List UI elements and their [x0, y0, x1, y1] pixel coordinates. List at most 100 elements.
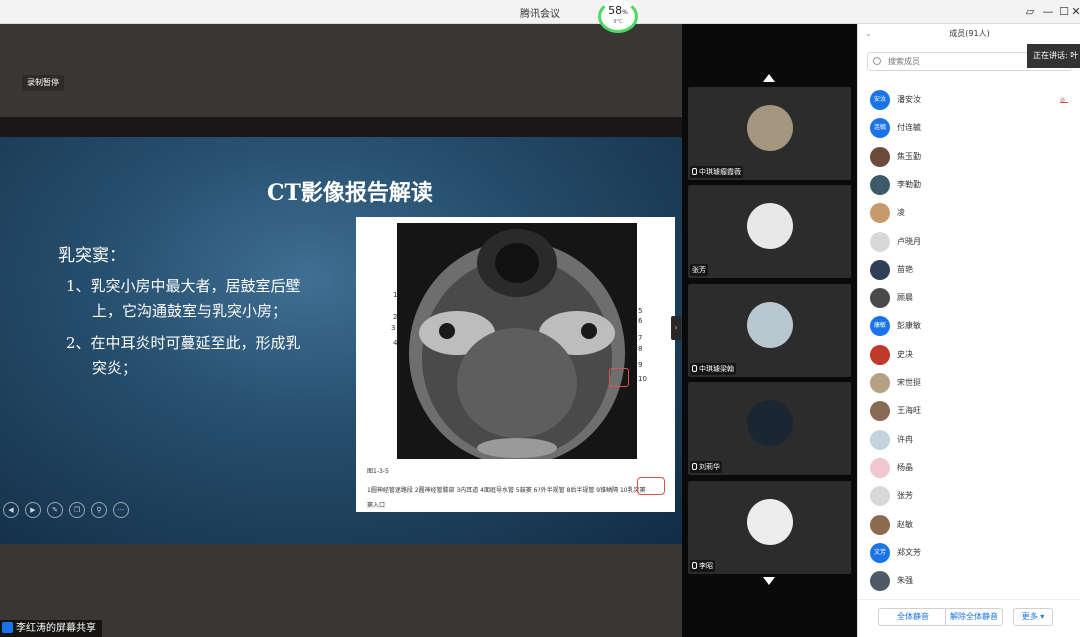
member-name: 苗艳: [897, 264, 913, 274]
video-tile[interactable]: 中琪璩瘤霞薇: [688, 87, 851, 180]
prev-icon[interactable]: ◀: [3, 502, 19, 518]
avatar: [747, 203, 793, 249]
ct-label: 9: [638, 361, 643, 369]
temperature: 9°C: [613, 19, 623, 25]
ct-label: 7: [638, 334, 643, 342]
avatar: [870, 514, 890, 535]
slide-point: 2、在中耳炎时可蔓延至此，形成乳: [66, 334, 301, 352]
caption-highlight: [637, 477, 665, 495]
panel-header: 成员(91人): [949, 29, 990, 38]
member-name: 卢晓月: [897, 236, 921, 246]
tile-name: 张芳: [690, 264, 708, 276]
avatar: [747, 105, 793, 151]
member-name: 李勒勤: [897, 179, 921, 189]
pin-icon[interactable]: ▱: [1022, 4, 1038, 20]
tile-name: 李昭: [690, 560, 715, 572]
video-tile[interactable]: 李昭: [688, 481, 851, 574]
member-panel: ⌄ 成员(91人) 安汝潘安汝连毓付连毓焦玉勤李勒勤凌卢晓月苗艳顾晨康敏彭康敏史…: [857, 24, 1080, 637]
ct-label: 4: [393, 339, 398, 347]
avatar: 连毓: [870, 118, 890, 139]
video-column: 中琪璩瘤霞薇 张芳 中琪璩梁翰 刘莉华 李昭: [682, 24, 857, 637]
tile-name: 中琪璩梁翰: [690, 363, 736, 375]
zoom-icon[interactable]: ⚲: [91, 502, 107, 518]
member-name: 张芳: [897, 491, 913, 501]
ct-label: 10: [638, 375, 647, 383]
share-owner: 李红涛的屏幕共享: [16, 623, 96, 634]
recording-status[interactable]: 录制暂停: [22, 75, 64, 91]
mic-icon: [692, 463, 697, 470]
video-tile[interactable]: 刘莉华: [688, 382, 851, 475]
tile-name-text: 李昭: [699, 562, 713, 570]
member-name: 付连毓: [897, 123, 921, 133]
member-name: 宋世挺: [897, 378, 921, 387]
avatar: [747, 499, 793, 545]
avatar: [870, 259, 890, 280]
ct-scan-image: [397, 223, 637, 459]
avatar: [870, 174, 890, 195]
avatar: 文芳: [870, 542, 890, 563]
mute-all-button[interactable]: 全体静音: [878, 608, 948, 626]
avatar: [870, 486, 890, 507]
member-name: 杨晶: [897, 462, 913, 472]
slide-point: 突炎；: [92, 359, 138, 377]
member-name: 王海旺: [897, 406, 921, 416]
figure-caption: 1圆神经管迷路段 2圆神经管膝部 3内耳道 4面庭导水管 5鼓窦 6?外半规管 …: [367, 487, 646, 494]
copy-icon[interactable]: ❐: [69, 502, 85, 518]
ct-label: 5: [638, 307, 643, 315]
tile-name-text: 中琪璩瘤霞薇: [699, 168, 741, 176]
more-icon[interactable]: ···: [113, 502, 129, 518]
avatar: [747, 400, 793, 446]
tile-name-text: 刘莉华: [699, 463, 720, 471]
screen-share-icon: [2, 622, 13, 633]
video-tile[interactable]: 张芳: [688, 185, 851, 278]
mic-muted-icon: ⊘: [1060, 97, 1068, 104]
battery-percent: 58: [608, 4, 623, 17]
member-name: 顾晨: [897, 293, 913, 303]
pen-icon[interactable]: ✎: [47, 502, 63, 518]
ct-label: 2: [393, 313, 398, 321]
avatar: [870, 288, 890, 309]
ct-label: 8: [638, 345, 643, 353]
tile-name-text: 张芳: [692, 266, 706, 274]
battery-unit: %: [622, 9, 628, 16]
avatar: [870, 231, 890, 252]
member-name: 许冉: [897, 434, 913, 444]
scroll-down-icon[interactable]: [763, 577, 775, 585]
ct-figure: 1 2 3 4 5 6 7 8 9 10 图1-3-5 1圆神经管迷路段 2圆神…: [356, 217, 675, 512]
slide-point: 上，它沟通鼓室与乳突小房；: [92, 302, 288, 320]
tile-name-text: 中琪璩梁翰: [699, 365, 734, 373]
avatar: [870, 344, 890, 365]
member-name: 赵敏: [897, 519, 913, 529]
more-button[interactable]: 更多 ▾: [1013, 608, 1053, 626]
unmute-all-button[interactable]: 解除全体静音: [945, 608, 1003, 626]
next-icon[interactable]: ▶: [25, 502, 41, 518]
battery-widget: 58% 9°C: [598, 0, 638, 33]
ct-label: 1: [393, 291, 398, 299]
avatar: [870, 457, 890, 478]
ct-label: 3: [391, 324, 396, 332]
title-bar: 腾讯会议 ▱ — ☐ ✕: [0, 0, 1080, 24]
video-tile[interactable]: 中琪璩梁翰: [688, 284, 851, 377]
tile-name: 中琪璩瘤霞薇: [690, 166, 743, 178]
mic-icon: [692, 562, 697, 569]
collapse-handle[interactable]: ›: [671, 316, 681, 340]
member-name: 潘安汝: [897, 95, 921, 104]
avatar: [870, 373, 890, 393]
minimize-icon[interactable]: —: [1040, 4, 1056, 20]
close-icon[interactable]: ✕: [1068, 4, 1080, 20]
member-name: 郑文芳: [897, 547, 921, 557]
panel-footer: 全体静音 解除全体静音 更多 ▾: [858, 599, 1080, 637]
highlight-box: [609, 368, 629, 387]
figure-caption-tail: 窦入口: [367, 502, 386, 509]
slide-heading: 乳突窦：: [58, 246, 126, 266]
member-name: 史决: [897, 349, 913, 359]
slide-point: 1、乳突小房中最大者，居鼓室后壁: [66, 277, 301, 295]
slide: CT影像报告解读 乳突窦： 1、乳突小房中最大者，居鼓室后壁 上，它沟通鼓室与乳…: [0, 137, 682, 544]
member-name: 朱强: [897, 576, 913, 586]
scroll-up-icon[interactable]: [763, 74, 775, 82]
mic-icon: [692, 365, 697, 372]
member-name: 焦玉勤: [897, 151, 921, 161]
slide-title: CT影像报告解读: [267, 180, 433, 206]
search-icon: [873, 57, 881, 65]
mic-icon: [692, 168, 697, 175]
